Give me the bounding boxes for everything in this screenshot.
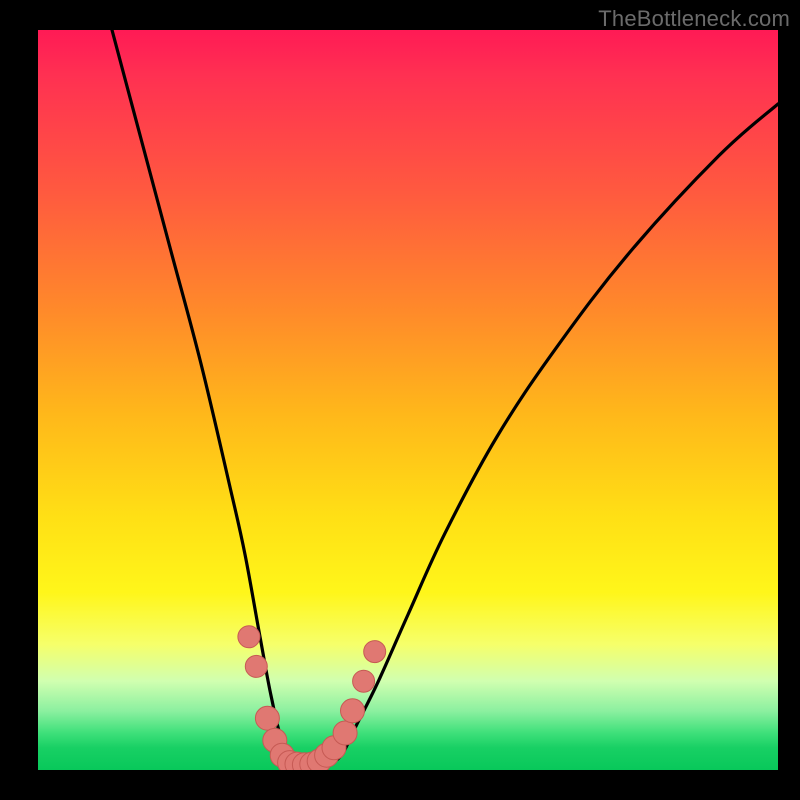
optimal-band-markers [238,626,386,770]
marker-dot [238,626,260,648]
marker-dot [341,699,365,723]
curve-group [112,30,778,766]
bottleneck-curve [112,30,778,766]
marker-dot [353,670,375,692]
watermark-text: TheBottleneck.com [598,6,790,32]
marker-dot [255,706,279,730]
marker-dot [245,655,267,677]
marker-dot [333,721,357,745]
plot-area [38,30,778,770]
bottleneck-curve-svg [38,30,778,770]
marker-dot [364,641,386,663]
chart-frame: TheBottleneck.com [0,0,800,800]
